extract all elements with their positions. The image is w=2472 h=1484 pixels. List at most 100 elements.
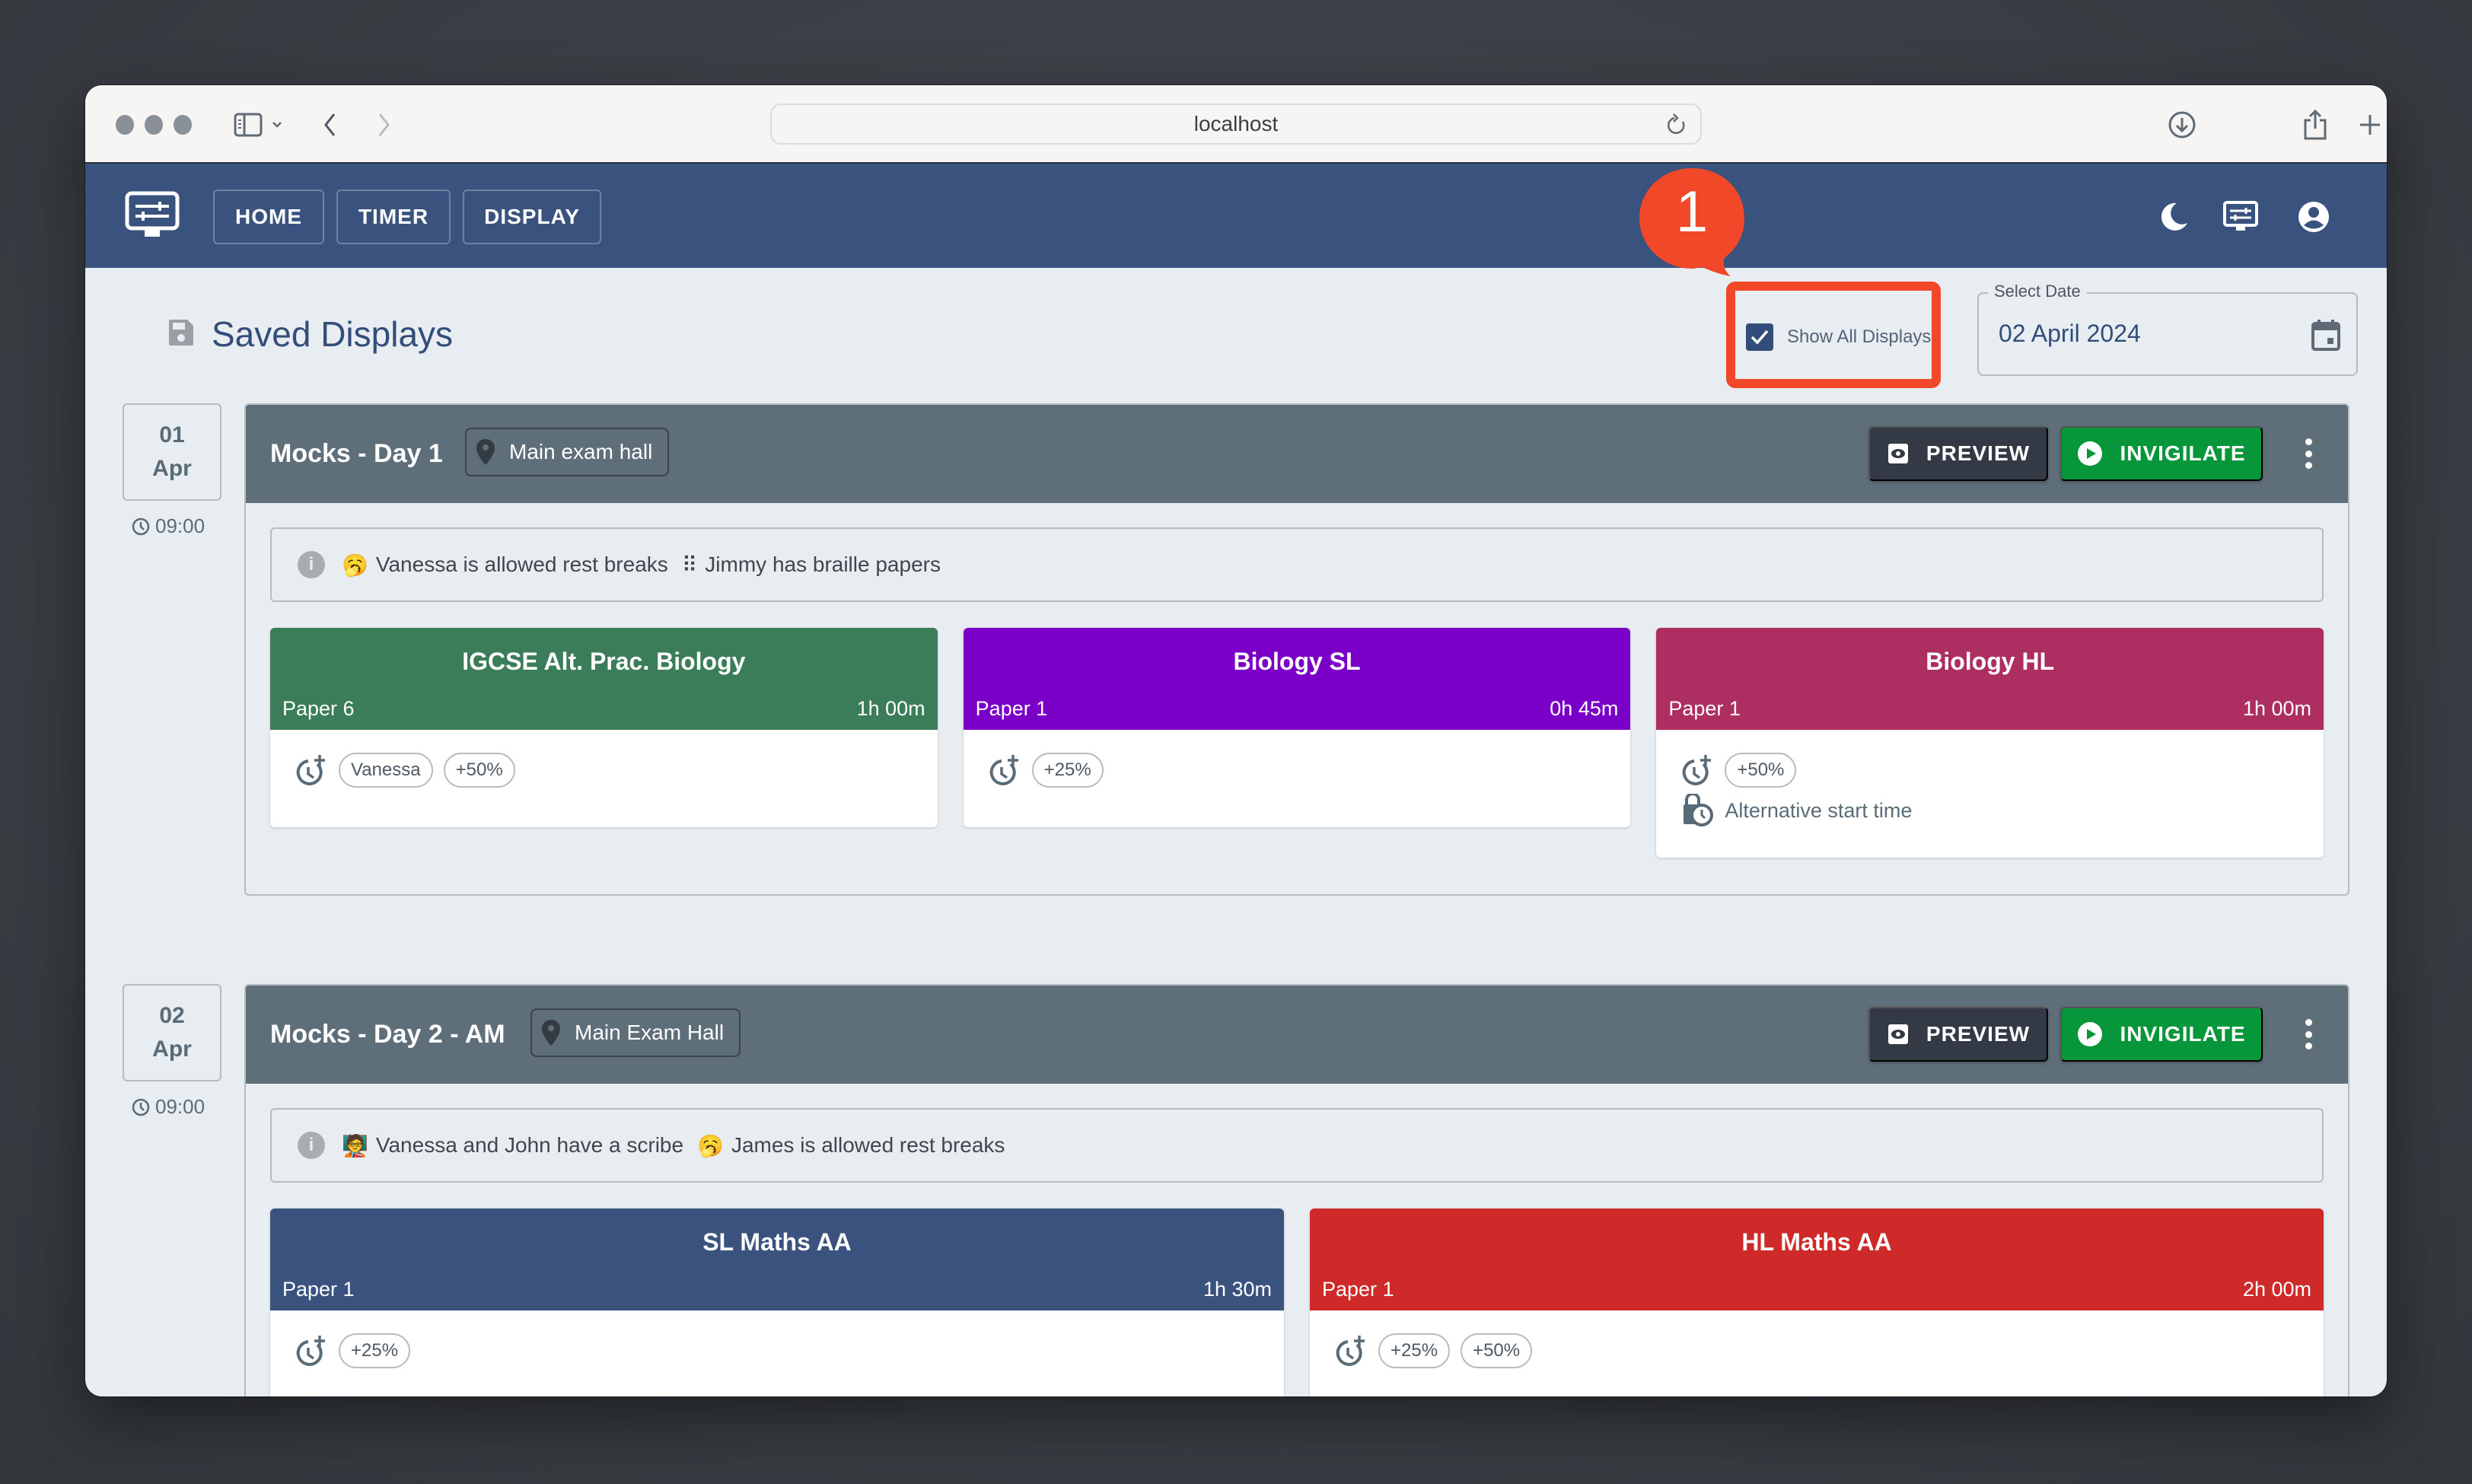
display-time-text: 09:00 xyxy=(155,1095,205,1118)
nav-display-button[interactable]: DISPLAY xyxy=(463,189,601,244)
exam-header: Biology HL Paper 1 1h 00m xyxy=(1656,628,2324,730)
extra-time-chip: +25% xyxy=(1031,753,1104,788)
braille-icon: ⠿ xyxy=(681,553,698,577)
alternative-start-icon xyxy=(1684,794,1714,826)
exam-paper: Paper 1 xyxy=(1322,1278,1394,1301)
extra-time-icon xyxy=(1336,1336,1365,1366)
exam-paper: Paper 1 xyxy=(975,697,1048,720)
extra-time-icon xyxy=(296,755,325,785)
select-date-field[interactable]: Select Date 02 April 2024 xyxy=(1977,282,2358,376)
exam-list: IGCSE Alt. Prac. Biology Paper 6 1h 00m … xyxy=(270,628,2324,858)
exam-card[interactable]: Biology HL Paper 1 1h 00m +50% Alternati… xyxy=(1656,628,2324,858)
invigilate-label: INVIGILATE xyxy=(2120,441,2246,465)
new-tab-icon[interactable] xyxy=(2353,108,2387,142)
info-icon: i xyxy=(298,1132,325,1159)
preview-label: PREVIEW xyxy=(1926,441,2031,465)
extra-time-chip: +50% xyxy=(1725,753,1797,788)
display-month: Apr xyxy=(152,456,192,481)
preview-icon xyxy=(1887,1024,1908,1044)
app-bar: HOME TIMER DISPLAY xyxy=(85,164,2387,268)
location-chip: Main Exam Hall xyxy=(530,1008,741,1057)
preview-button[interactable]: PREVIEW xyxy=(1868,426,2048,481)
exam-duration: 2h 00m xyxy=(2242,1278,2311,1301)
nav-timer-button[interactable]: TIMER xyxy=(336,189,451,244)
location-pin-icon xyxy=(542,1020,560,1046)
display-day: 02 xyxy=(159,1003,185,1028)
extra-time-chip: Vanessa xyxy=(339,753,433,788)
notice-bar: i 🥱 Vanessa is allowed rest breaks ⠿ Jim… xyxy=(270,527,2324,602)
address-bar[interactable]: localhost xyxy=(770,103,1702,145)
exam-header: HL Maths AA Paper 1 2h 00m xyxy=(1310,1209,2324,1310)
sidebar-toggle-icon[interactable] xyxy=(231,108,265,142)
clock-icon xyxy=(132,1098,150,1116)
forward-icon[interactable] xyxy=(367,108,400,142)
download-icon[interactable] xyxy=(2165,108,2199,142)
back-icon[interactable] xyxy=(314,108,347,142)
preview-button[interactable]: PREVIEW xyxy=(1868,1007,2048,1062)
display-date-badge: 02 Apr xyxy=(123,984,221,1081)
exam-duration: 1h 00m xyxy=(2242,697,2312,720)
location-pin-icon xyxy=(476,439,495,465)
exam-name: HL Maths AA xyxy=(1741,1228,1892,1256)
extra-time-chip: +25% xyxy=(1378,1333,1451,1368)
invigilate-label: INVIGILATE xyxy=(2120,1022,2246,1046)
dark-mode-icon[interactable] xyxy=(2155,199,2192,235)
select-date-label: Select Date xyxy=(1988,282,2087,301)
exam-card[interactable]: HL Maths AA Paper 1 2h 00m +25% +50% xyxy=(1310,1209,2324,1396)
exam-list: SL Maths AA Paper 1 1h 30m +25% HL Maths… xyxy=(270,1209,2324,1396)
extra-time-icon xyxy=(1683,755,1712,785)
extra-time-chip: +50% xyxy=(1461,1333,1533,1368)
exam-duration: 0h 45m xyxy=(1550,697,1619,720)
chevron-down-icon[interactable] xyxy=(268,108,286,142)
display-date-badge: 01 Apr xyxy=(123,403,221,501)
exam-card[interactable]: Biology SL Paper 1 0h 45m +25% xyxy=(963,628,1631,827)
page-header: Saved Displays xyxy=(167,314,453,355)
location-chip: Main exam hall xyxy=(465,428,670,476)
play-icon xyxy=(2078,1022,2103,1046)
notice-text: Vanessa is allowed rest breaks xyxy=(375,553,668,576)
share-icon[interactable] xyxy=(2298,108,2332,142)
location-text: Main exam hall xyxy=(509,440,653,463)
reload-icon[interactable] xyxy=(1665,113,1688,144)
extra-time-chip: +50% xyxy=(443,753,515,788)
account-icon[interactable] xyxy=(2295,199,2332,235)
location-text: Main Exam Hall xyxy=(575,1021,725,1044)
url-text: localhost xyxy=(1193,112,1279,135)
display-title: Mocks - Day 2 - AM xyxy=(270,1020,505,1049)
invigilate-button[interactable]: INVIGILATE xyxy=(2060,1007,2263,1062)
extra-time-icon xyxy=(296,1336,325,1366)
display-time-text: 09:00 xyxy=(155,514,205,537)
display-header: Mocks - Day 1 Main exam hall PREVIEW INV… xyxy=(246,405,2348,503)
app-logo-icon[interactable] xyxy=(125,191,180,244)
display-title: Mocks - Day 1 xyxy=(270,439,443,468)
nav-home-button[interactable]: HOME xyxy=(213,189,324,244)
exam-card[interactable]: IGCSE Alt. Prac. Biology Paper 6 1h 00m … xyxy=(270,628,938,827)
display-card: Mocks - Day 2 - AM Main Exam Hall PREVIE… xyxy=(244,984,2349,1396)
clock-icon xyxy=(132,517,150,535)
preview-icon xyxy=(1887,444,1908,463)
notice-bar: i 🧑‍🏫 Vanessa and John have a scribe 🥱 J… xyxy=(270,1108,2324,1183)
display-time: 09:00 xyxy=(131,1095,222,1119)
exam-body: +25% +50% xyxy=(1310,1310,2324,1396)
rest-break-icon: 🥱 xyxy=(697,1133,724,1158)
window-minimize-button[interactable] xyxy=(145,115,163,135)
window-close-button[interactable] xyxy=(116,115,134,135)
display-time: 09:00 xyxy=(131,514,222,538)
exam-paper: Paper 1 xyxy=(282,1278,355,1301)
exam-card[interactable]: SL Maths AA Paper 1 1h 30m +25% xyxy=(270,1209,1284,1396)
save-icon xyxy=(167,318,195,351)
display-settings-icon[interactable] xyxy=(2222,199,2259,235)
alternative-start-text: Alternative start time xyxy=(1725,798,1913,822)
window-zoom-button[interactable] xyxy=(174,115,192,135)
exam-header: Biology SL Paper 1 0h 45m xyxy=(963,628,1631,730)
more-options-icon[interactable] xyxy=(2302,1019,2314,1049)
more-options-icon[interactable] xyxy=(2302,438,2314,469)
exam-body: Vanessa +50% xyxy=(270,730,938,827)
invigilate-button[interactable]: INVIGILATE xyxy=(2060,426,2263,481)
exam-paper: Paper 1 xyxy=(1668,697,1741,720)
calendar-icon[interactable] xyxy=(2311,318,2341,355)
display-card: Mocks - Day 1 Main exam hall PREVIEW INV… xyxy=(244,403,2349,896)
exam-name: SL Maths AA xyxy=(702,1228,852,1256)
display-day: 01 xyxy=(159,422,185,447)
notice-text: Jimmy has braille papers xyxy=(705,553,941,576)
